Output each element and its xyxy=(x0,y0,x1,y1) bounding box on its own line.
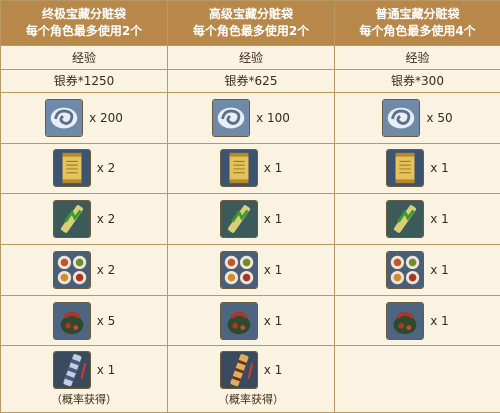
item-cell: x 1 xyxy=(167,193,335,245)
item-quantity: x 100 xyxy=(256,110,290,125)
column-limit: 每个角色最多使用2个 xyxy=(192,24,310,39)
item-cell: x 1 xyxy=(167,142,335,195)
item-quantity: x 1 xyxy=(263,313,283,328)
weapon-case-icon[interactable] xyxy=(219,351,258,390)
item-cell: x 1 xyxy=(334,142,500,195)
column-title: 终极宝藏分赃袋 xyxy=(41,7,126,22)
item-cell: x 2 xyxy=(0,193,168,245)
swirl-orb-icon[interactable] xyxy=(382,98,421,137)
food-plates-icon[interactable] xyxy=(386,250,425,289)
exp-cell: 经验 xyxy=(0,45,168,70)
item-cell: x 1 xyxy=(167,294,335,347)
column-header-ultimate: 终极宝藏分赃袋 每个角色最多使用2个 xyxy=(0,0,168,47)
item-quantity: x 1 xyxy=(263,212,283,227)
item-cell: x 1 （概率获得） xyxy=(167,345,335,413)
green-scroll-icon[interactable] xyxy=(386,200,425,239)
item-cell: x 1 xyxy=(334,244,500,296)
column-limit: 每个角色最多使用2个 xyxy=(25,24,143,39)
item-cell: x 100 xyxy=(167,91,335,144)
treasure-pouch-icon[interactable] xyxy=(386,301,425,340)
item-cell: x 1 （概率获得） xyxy=(0,345,168,413)
empty-cell xyxy=(334,345,500,413)
item-cell: x 2 xyxy=(0,142,168,195)
silver-cell: 银券*1250 xyxy=(0,68,168,93)
column-limit: 每个角色最多使用4个 xyxy=(359,24,476,39)
golden-scroll-icon[interactable] xyxy=(219,149,258,188)
golden-scroll-icon[interactable] xyxy=(52,149,91,188)
probability-note: （概率获得） xyxy=(218,393,284,407)
item-quantity: x 1 xyxy=(430,212,449,227)
treasure-pouch-icon[interactable] xyxy=(52,301,91,340)
item-quantity: x 1 xyxy=(430,161,449,176)
item-quantity: x 200 xyxy=(89,110,123,125)
item-quantity: x 1 xyxy=(430,262,449,277)
column-header-normal: 普通宝藏分赃袋 每个角色最多使用4个 xyxy=(334,0,500,47)
item-quantity: x 1 xyxy=(263,161,283,176)
food-plates-icon[interactable] xyxy=(219,250,258,289)
item-quantity: x 1 xyxy=(96,363,116,378)
exp-cell: 经验 xyxy=(334,45,500,70)
food-plates-icon[interactable] xyxy=(52,250,91,289)
column-header-advanced: 高级宝藏分赃袋 每个角色最多使用2个 xyxy=(167,0,335,47)
item-quantity: x 50 xyxy=(426,110,453,125)
item-quantity: x 2 xyxy=(96,262,116,277)
silver-cell: 银券*625 xyxy=(167,68,335,93)
reward-table: 终极宝藏分赃袋 每个角色最多使用2个 高级宝藏分赃袋 每个角色最多使用2个 普通… xyxy=(0,0,500,413)
item-quantity: x 2 xyxy=(96,161,116,176)
column-title: 普通宝藏分赃袋 xyxy=(375,7,460,22)
item-quantity: x 1 xyxy=(430,313,449,328)
golden-scroll-icon[interactable] xyxy=(386,149,425,188)
item-cell: x 1 xyxy=(334,294,500,347)
silver-cell: 银券*300 xyxy=(334,68,500,93)
green-scroll-icon[interactable] xyxy=(52,200,91,239)
swirl-orb-icon[interactable] xyxy=(45,98,84,137)
item-cell: x 1 xyxy=(167,244,335,296)
item-cell: x 1 xyxy=(334,193,500,245)
swirl-orb-icon[interactable] xyxy=(212,98,251,137)
item-cell: x 2 xyxy=(0,244,168,296)
exp-cell: 经验 xyxy=(167,45,335,70)
item-quantity: x 1 xyxy=(263,363,283,378)
column-title: 高级宝藏分赃袋 xyxy=(208,7,293,22)
item-quantity: x 2 xyxy=(96,212,116,227)
weapon-case-icon[interactable] xyxy=(52,351,91,390)
green-scroll-icon[interactable] xyxy=(219,200,258,239)
item-cell: x 5 xyxy=(0,294,168,347)
treasure-pouch-icon[interactable] xyxy=(219,301,258,340)
item-cell: x 200 xyxy=(0,91,168,144)
item-cell: x 50 xyxy=(334,91,500,144)
item-quantity: x 1 xyxy=(263,262,283,277)
probability-note: （概率获得） xyxy=(51,393,117,407)
item-quantity: x 5 xyxy=(96,313,116,328)
